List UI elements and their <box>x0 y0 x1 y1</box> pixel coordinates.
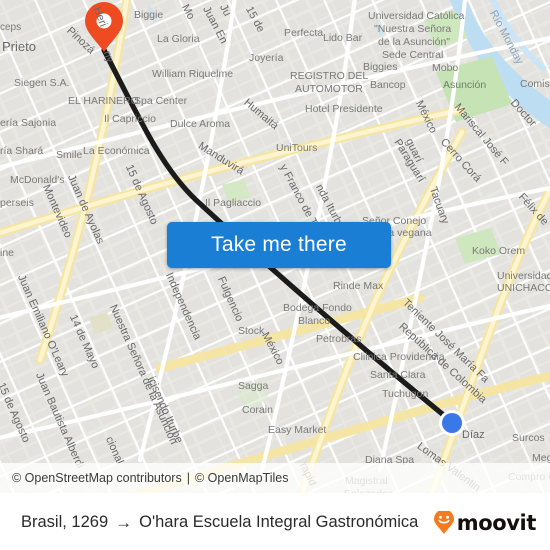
route-origin: Brasil, 1269 <box>21 513 109 531</box>
moovit-pin-icon <box>433 510 454 534</box>
attribution-separator: | <box>186 471 190 485</box>
route-summary: Brasil, 1269 → O'hara Escuela Integral G… <box>21 513 418 533</box>
route-destination: O'hara Escuela Integral Gastronómica <box>139 513 419 531</box>
map-canvas[interactable]: Prieto ceps Siegen S.A. ería Sajonia ría Sha… <box>0 0 550 493</box>
attribution-text: © OpenStreetMap contributors | © OpenMapTi… <box>12 471 288 485</box>
route-footer: Brasil, 1269 → O'hara Escuela Integral G… <box>0 493 550 550</box>
moovit-map-screenshot: Prieto ceps Siegen S.A. ería Sajonia ría Sha… <box>0 0 550 550</box>
osm-attribution[interactable]: © OpenStreetMap contributors <box>12 471 182 485</box>
take-me-there-button[interactable]: Take me there <box>167 222 391 268</box>
openmaptiles-attribution[interactable]: © OpenMapTiles <box>195 471 289 485</box>
take-me-there-label: Take me there <box>211 233 347 256</box>
moovit-logo[interactable]: moovit <box>433 510 537 535</box>
destination-marker <box>439 410 465 436</box>
map-attribution-bar: © OpenStreetMap contributors | © OpenMapTi… <box>0 463 550 493</box>
moovit-wordmark: moovit <box>456 510 537 535</box>
arrow-right-icon: → <box>115 512 133 532</box>
